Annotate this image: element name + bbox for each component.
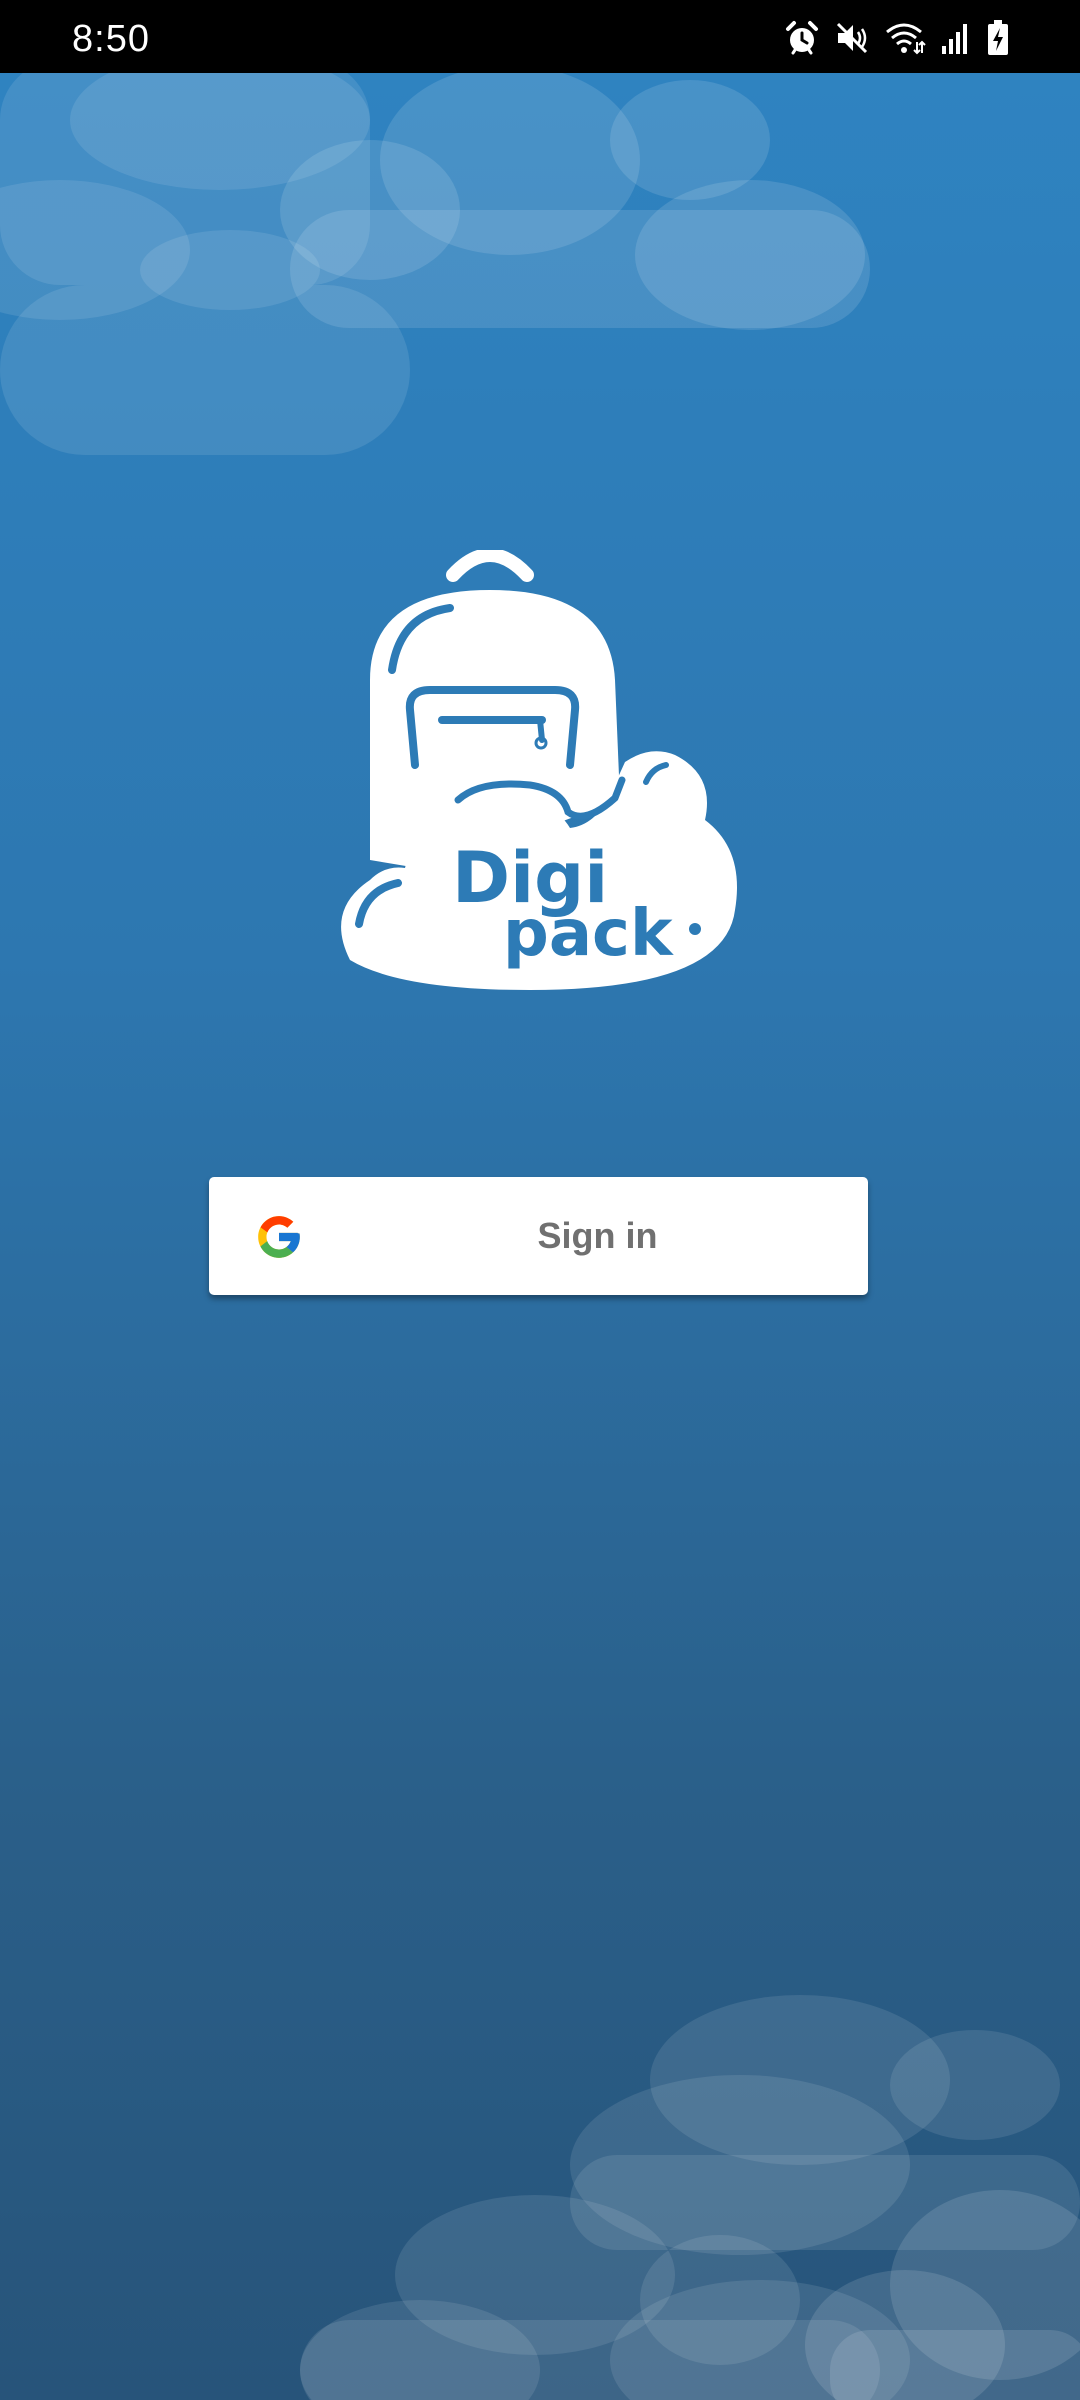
logo-text-pack: pack bbox=[503, 897, 674, 971]
google-sign-in-button[interactable]: Sign in bbox=[209, 1177, 868, 1295]
digipack-logo: Digi pack bbox=[341, 550, 737, 990]
sign-in-label: Sign in bbox=[537, 1215, 658, 1256]
alarm-icon bbox=[784, 20, 820, 61]
status-bar: 8:50 bbox=[0, 0, 1080, 73]
wifi-icon bbox=[884, 20, 926, 61]
mute-icon bbox=[834, 20, 870, 61]
signal-icon bbox=[940, 20, 972, 61]
status-icons bbox=[784, 19, 1010, 62]
battery-charging-icon bbox=[986, 19, 1010, 62]
logo-dot bbox=[689, 923, 701, 935]
sign-in-screen: 8:50 Digi pack Sign in bbox=[0, 0, 1080, 2400]
status-time: 8:50 bbox=[72, 18, 150, 60]
